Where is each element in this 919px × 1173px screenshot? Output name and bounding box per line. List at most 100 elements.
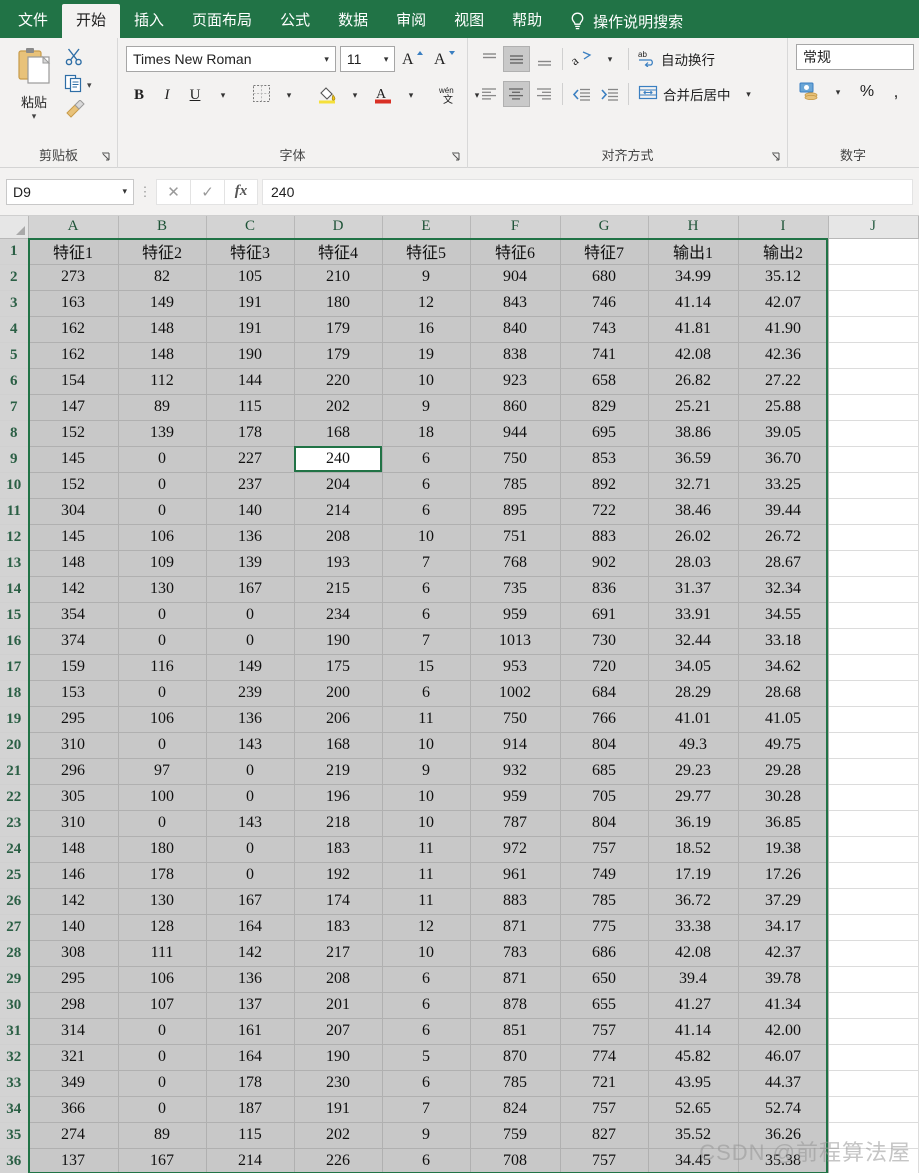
cell-B32[interactable]: 0 [118, 1044, 207, 1071]
cell-I14[interactable]: 32.34 [738, 576, 829, 603]
row-header-34[interactable]: 34 [0, 1096, 29, 1123]
cell-I32[interactable]: 46.07 [738, 1044, 829, 1071]
cell-F12[interactable]: 751 [470, 524, 561, 551]
number-format-combobox[interactable]: 常规 [796, 44, 914, 70]
cell-D28[interactable]: 217 [294, 940, 383, 967]
cell-B1[interactable]: 特征2 [118, 238, 207, 265]
format-painter-button[interactable] [64, 98, 92, 122]
cell-H23[interactable]: 36.19 [648, 810, 739, 837]
cell-B24[interactable]: 180 [118, 836, 207, 863]
cancel-entry-button[interactable]: ✕ [156, 178, 190, 205]
cell-F27[interactable]: 871 [470, 914, 561, 941]
cell-H12[interactable]: 26.02 [648, 524, 739, 551]
cell-J23[interactable] [828, 810, 919, 837]
cell-A30[interactable]: 298 [28, 992, 119, 1019]
cell-E8[interactable]: 18 [382, 420, 471, 447]
cell-I29[interactable]: 39.78 [738, 966, 829, 993]
cell-F25[interactable]: 961 [470, 862, 561, 889]
bold-button[interactable]: B [126, 82, 152, 108]
cell-C30[interactable]: 137 [206, 992, 295, 1019]
cell-E15[interactable]: 6 [382, 602, 471, 629]
cell-F9[interactable]: 750 [470, 446, 561, 473]
chevron-down-icon[interactable]: ▾ [32, 112, 37, 121]
cut-button[interactable] [64, 48, 92, 70]
cell-C20[interactable]: 143 [206, 732, 295, 759]
row-header-22[interactable]: 22 [0, 784, 29, 811]
column-header-H[interactable]: H [648, 216, 739, 239]
cell-C24[interactable]: 0 [206, 836, 295, 863]
cell-J28[interactable] [828, 940, 919, 967]
cell-G28[interactable]: 686 [560, 940, 649, 967]
cell-H10[interactable]: 32.71 [648, 472, 739, 499]
cell-H8[interactable]: 38.86 [648, 420, 739, 447]
underline-dropdown[interactable]: ▾ [210, 82, 236, 108]
cell-J27[interactable] [828, 914, 919, 941]
cell-H30[interactable]: 41.27 [648, 992, 739, 1019]
cell-J16[interactable] [828, 628, 919, 655]
borders-button[interactable] [248, 82, 274, 108]
cell-I10[interactable]: 33.25 [738, 472, 829, 499]
decrease-indent-button[interactable] [568, 81, 595, 107]
cell-D31[interactable]: 207 [294, 1018, 383, 1045]
cell-G22[interactable]: 705 [560, 784, 649, 811]
cell-E7[interactable]: 9 [382, 394, 471, 421]
cell-C11[interactable]: 140 [206, 498, 295, 525]
cell-G2[interactable]: 680 [560, 264, 649, 291]
cell-B23[interactable]: 0 [118, 810, 207, 837]
cell-J33[interactable] [828, 1070, 919, 1097]
ribbon-tab-page-layout[interactable]: 页面布局 [178, 4, 266, 38]
cell-A4[interactable]: 162 [28, 316, 119, 343]
cell-F16[interactable]: 1013 [470, 628, 561, 655]
comma-style-button[interactable]: , [883, 79, 909, 105]
cell-F28[interactable]: 783 [470, 940, 561, 967]
cell-G13[interactable]: 902 [560, 550, 649, 577]
ribbon-tab-help[interactable]: 帮助 [498, 4, 556, 38]
cell-G6[interactable]: 658 [560, 368, 649, 395]
cell-H18[interactable]: 28.29 [648, 680, 739, 707]
cell-C3[interactable]: 191 [206, 290, 295, 317]
orientation-dropdown[interactable]: ▾ [597, 46, 623, 72]
align-middle-button[interactable] [503, 46, 530, 72]
cell-J31[interactable] [828, 1018, 919, 1045]
cell-F36[interactable]: 708 [470, 1148, 561, 1173]
merge-center-dropdown[interactable]: ▾ [736, 81, 762, 107]
cell-E28[interactable]: 10 [382, 940, 471, 967]
cell-I17[interactable]: 34.62 [738, 654, 829, 681]
cell-A1[interactable]: 特征1 [28, 238, 119, 265]
confirm-entry-button[interactable]: ✓ [190, 178, 224, 205]
font-color-dropdown[interactable]: ▾ [398, 82, 424, 108]
merge-center-button[interactable]: 合并后居中 [634, 81, 735, 107]
cell-E17[interactable]: 15 [382, 654, 471, 681]
cell-C1[interactable]: 特征3 [206, 238, 295, 265]
cell-D7[interactable]: 202 [294, 394, 383, 421]
cell-D11[interactable]: 214 [294, 498, 383, 525]
cell-D27[interactable]: 183 [294, 914, 383, 941]
cell-D15[interactable]: 234 [294, 602, 383, 629]
cell-F1[interactable]: 特征6 [470, 238, 561, 265]
cell-A22[interactable]: 305 [28, 784, 119, 811]
cell-E29[interactable]: 6 [382, 966, 471, 993]
cell-H32[interactable]: 45.82 [648, 1044, 739, 1071]
cell-B28[interactable]: 111 [118, 940, 207, 967]
ribbon-tab-insert[interactable]: 插入 [120, 4, 178, 38]
cell-D8[interactable]: 168 [294, 420, 383, 447]
cell-C36[interactable]: 214 [206, 1148, 295, 1173]
cell-I19[interactable]: 41.05 [738, 706, 829, 733]
cell-F21[interactable]: 932 [470, 758, 561, 785]
cell-J32[interactable] [828, 1044, 919, 1071]
cell-H28[interactable]: 42.08 [648, 940, 739, 967]
align-top-button[interactable] [476, 46, 502, 72]
cell-G33[interactable]: 721 [560, 1070, 649, 1097]
cell-J9[interactable] [828, 446, 919, 473]
underline-button[interactable]: U [182, 82, 208, 108]
cell-F14[interactable]: 735 [470, 576, 561, 603]
cell-H29[interactable]: 39.4 [648, 966, 739, 993]
cell-F5[interactable]: 838 [470, 342, 561, 369]
row-header-31[interactable]: 31 [0, 1018, 29, 1045]
column-header-G[interactable]: G [560, 216, 649, 239]
cell-F11[interactable]: 895 [470, 498, 561, 525]
cell-I4[interactable]: 41.90 [738, 316, 829, 343]
cell-A24[interactable]: 148 [28, 836, 119, 863]
cell-C22[interactable]: 0 [206, 784, 295, 811]
cell-D13[interactable]: 193 [294, 550, 383, 577]
